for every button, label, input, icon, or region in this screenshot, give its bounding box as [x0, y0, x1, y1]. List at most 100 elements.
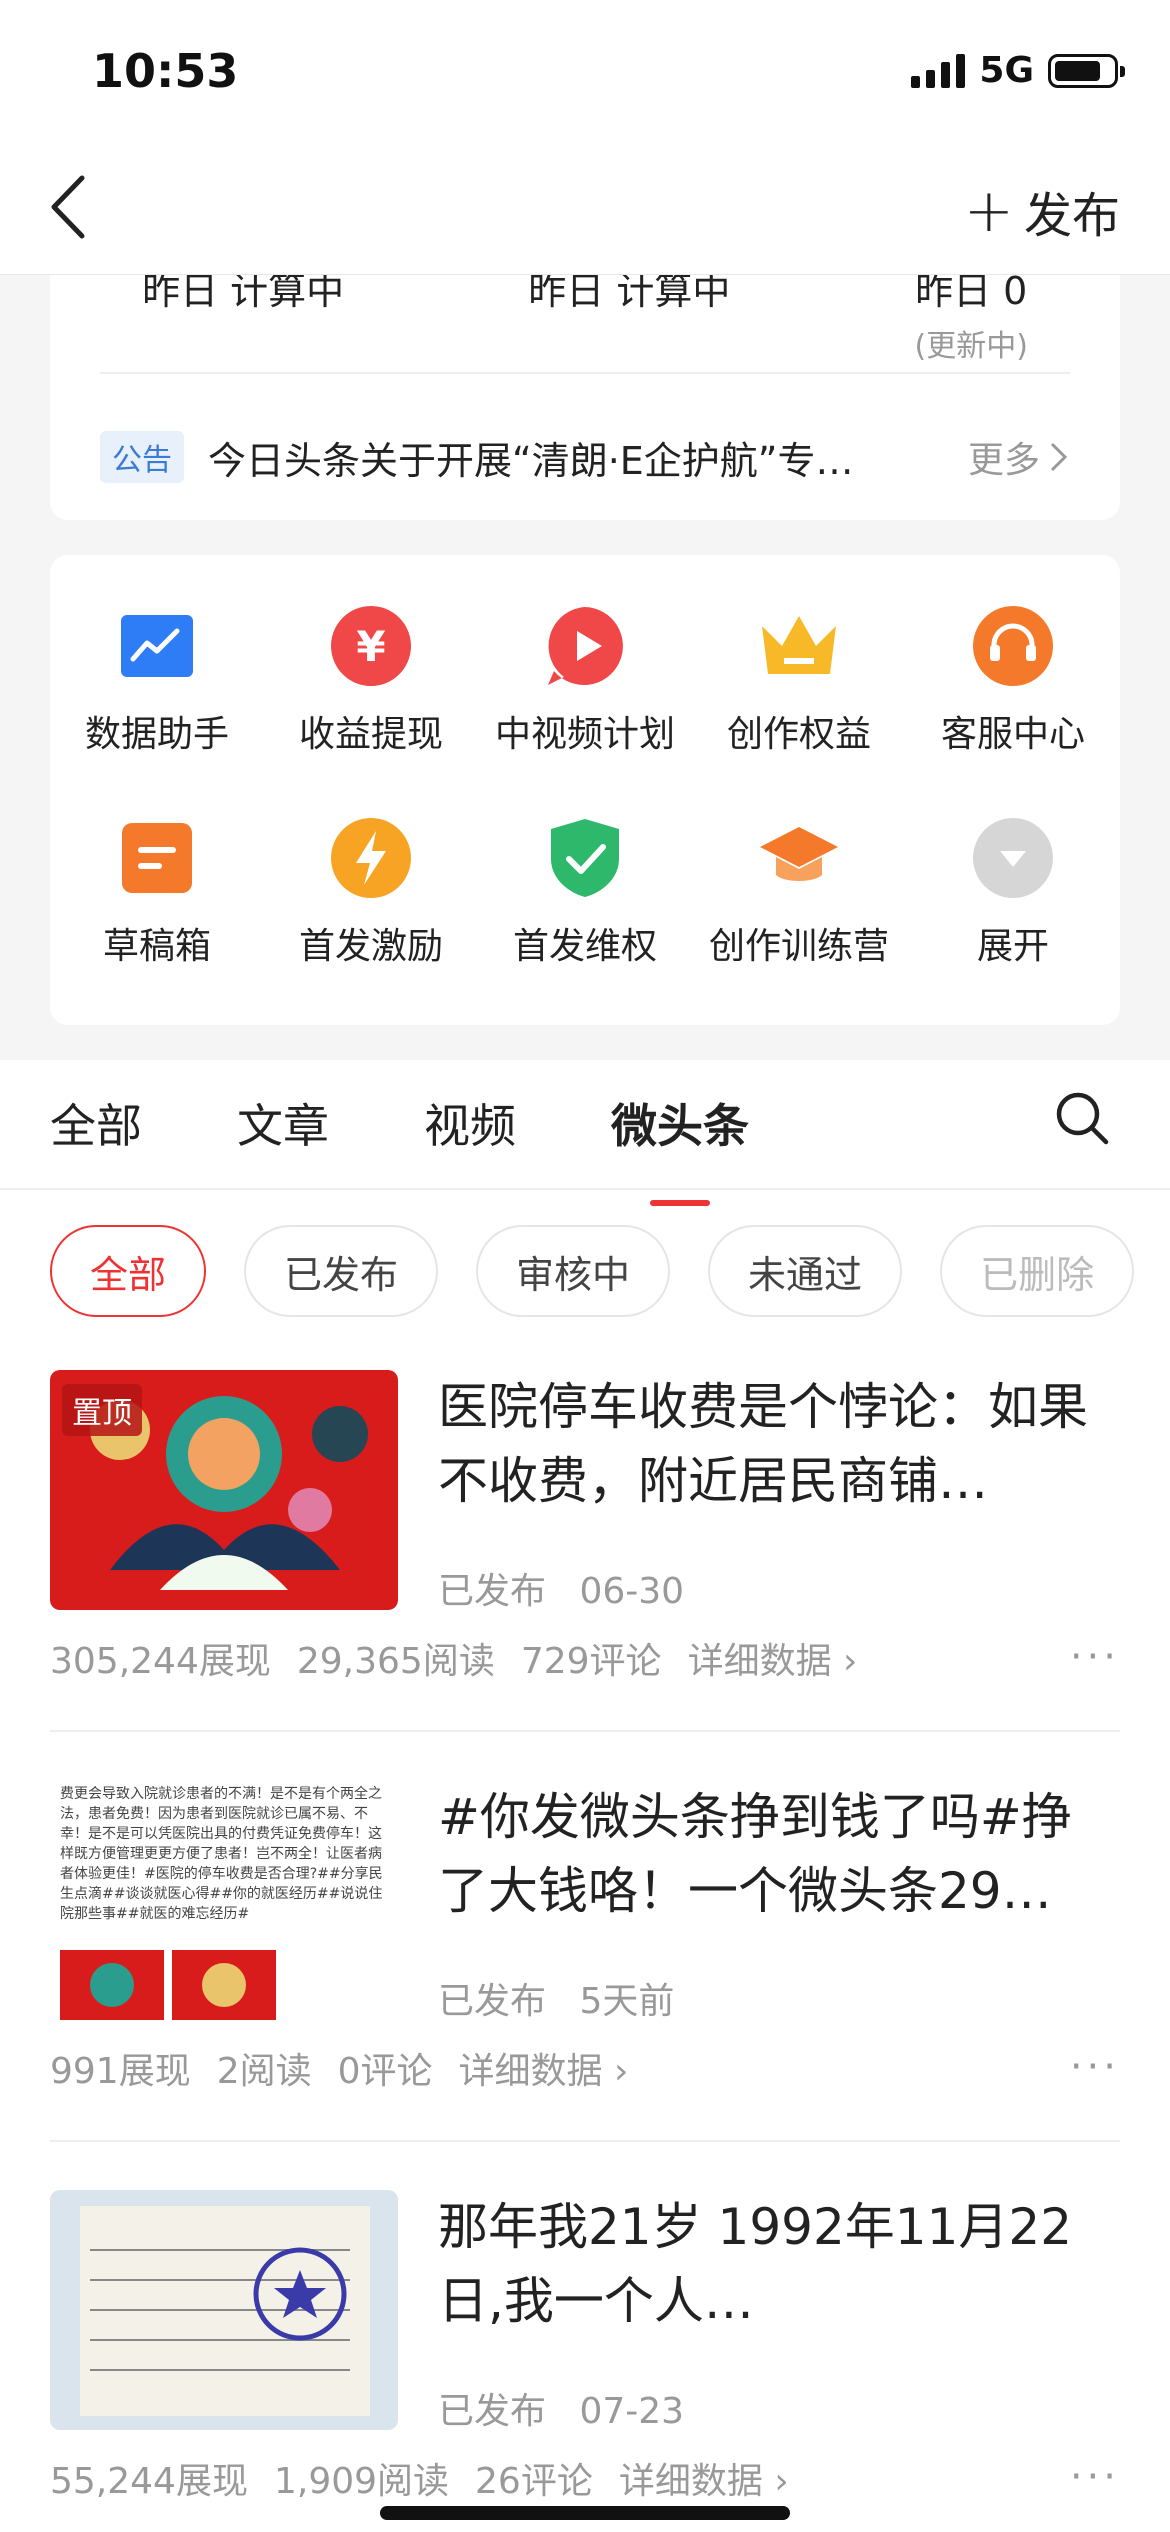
notice-bar[interactable]: 公告 今日头条关于开展“清朗·E企护航”专… 更多 [100, 422, 1070, 492]
post-impressions: 55,244展现 [50, 2461, 248, 2502]
pinned-badge: 置顶 [62, 1384, 142, 1436]
detail-data-link[interactable]: 详细数据 › [619, 2452, 789, 2504]
post-date: 06-30 [579, 1571, 685, 1612]
shield-icon [544, 817, 626, 899]
post-title[interactable]: 医院停车收费是个悖论：如果不收费，附近居民商铺… [438, 1370, 1120, 1518]
stat-item: 昨日 计算中 [528, 260, 730, 365]
tool-label: 创作训练营 [708, 926, 889, 967]
tool-label: 数据助手 [84, 714, 229, 755]
list-item[interactable]: 费更会导致入院就诊患者的不满！是不是有个两全之法，患者免费！因为患者到医院就诊已… [50, 1780, 1120, 2160]
post-impressions: 305,244展现 [50, 1641, 271, 1682]
filter-reviewing[interactable]: 审核中 [476, 1225, 671, 1317]
tab-micro-posts[interactable]: 微头条 [611, 1090, 749, 1156]
back-icon[interactable] [44, 172, 94, 242]
tool-video-plan[interactable]: 中视频计划 [478, 605, 692, 757]
post-thumbnail [50, 2190, 398, 2430]
tool-label: 草稿箱 [102, 926, 211, 967]
divider [100, 372, 1070, 374]
detail-data-link[interactable]: 详细数据 › [688, 1632, 858, 1684]
divider [50, 1730, 1120, 1732]
post-meta: 已发布 06-30 [438, 1562, 684, 1614]
stat-sub: (更新中) [914, 329, 1028, 364]
divider [0, 1188, 1170, 1190]
post-date: 07-23 [579, 2391, 685, 2432]
publish-label: 发布 [1023, 188, 1120, 244]
play-icon [544, 605, 626, 687]
tool-first-publish-reward[interactable]: 首发激励 [264, 817, 478, 969]
graduation-cap-icon [758, 817, 840, 899]
svg-text:¥: ¥ [356, 622, 385, 671]
tool-label: 创作权益 [726, 714, 871, 755]
post-stats: 991展现 2阅读 0评论 详细数据 › [50, 2042, 628, 2094]
post-reads: 1,909阅读 [273, 2461, 450, 2502]
post-title[interactable]: #你发微头条挣到钱了吗#挣了大钱咯！一个微头条29… [438, 1780, 1120, 1928]
post-title[interactable]: 那年我21岁 1992年11月22日,我一个人… [438, 2190, 1120, 2338]
detail-label: 详细数据 [618, 2461, 763, 2502]
tab-all[interactable]: 全部 [50, 1090, 142, 1156]
post-stats: 55,244展现 1,909阅读 26评论 详细数据 › [50, 2452, 789, 2504]
tool-label: 首发维权 [512, 926, 657, 967]
filter-chips: 全部 已发布 审核中 未通过 已删除 [50, 1225, 1135, 1317]
post-comments: 0评论 [337, 2051, 433, 2092]
detail-label: 详细数据 [687, 1641, 832, 1682]
tools-grid: 数据助手 ¥ 收益提现 中视频计划 创作权益 客服中心 草稿箱 首发激励 首发维… [50, 605, 1120, 969]
tools-card: 数据助手 ¥ 收益提现 中视频计划 创作权益 客服中心 草稿箱 首发激励 首发维… [50, 555, 1120, 1025]
thumbnail-text: 费更会导致入院就诊患者的不满！是不是有个两全之法，患者免费！因为患者到医院就诊已… [60, 1786, 383, 1922]
more-options-icon[interactable]: ··· [1070, 1634, 1120, 1680]
more-options-icon[interactable]: ··· [1070, 2044, 1120, 2090]
stat-item: 昨日 0 (更新中) [915, 260, 1028, 365]
post-comments: 729评论 [520, 1641, 662, 1682]
post-impressions: 991展现 [50, 2051, 191, 2092]
detail-label: 详细数据 [458, 2051, 603, 2092]
notice-more-link[interactable]: 更多 [968, 431, 1070, 483]
post-status: 已发布 [438, 2391, 547, 2432]
tab-videos[interactable]: 视频 [424, 1090, 516, 1156]
chevron-right-icon: › [843, 1641, 858, 1682]
chevron-right-icon: › [774, 2461, 789, 2502]
bolt-icon [330, 817, 412, 899]
tool-label: 客服中心 [940, 714, 1085, 755]
divider [50, 2140, 1120, 2142]
post-status: 已发布 [438, 1981, 547, 2022]
tool-label: 收益提现 [298, 714, 443, 755]
network-label: 5G [979, 50, 1034, 91]
post-meta: 已发布 07-23 [438, 2382, 684, 2434]
post-status: 已发布 [438, 1571, 547, 1612]
notice-tag: 公告 [100, 431, 184, 483]
tool-label: 展开 [976, 926, 1049, 967]
more-options-icon[interactable]: ··· [1070, 2454, 1120, 2500]
detail-data-link[interactable]: 详细数据 › [459, 2042, 629, 2094]
filter-rejected[interactable]: 未通过 [708, 1225, 903, 1317]
filter-deleted[interactable]: 已删除 [940, 1225, 1135, 1317]
tool-customer-service[interactable]: 客服中心 [906, 605, 1120, 757]
tool-benefits[interactable]: 创作权益 [692, 605, 906, 757]
tool-rights-protection[interactable]: 首发维权 [478, 817, 692, 969]
headset-icon [972, 605, 1054, 687]
tab-articles[interactable]: 文章 [237, 1090, 329, 1156]
yen-icon: ¥ [330, 605, 412, 687]
status-time: 10:53 [92, 44, 239, 98]
content-tabs: 全部 文章 视频 微头条 [50, 1090, 844, 1156]
post-reads: 29,365阅读 [296, 1641, 495, 1682]
tool-label: 首发激励 [298, 926, 443, 967]
plus-icon: + [963, 176, 1014, 246]
tool-data-assistant[interactable]: 数据助手 [50, 605, 264, 757]
notice-text[interactable]: 今日头条关于开展“清朗·E企护航”专… [208, 430, 938, 485]
post-date: 5天前 [579, 1981, 675, 2022]
tool-drafts[interactable]: 草稿箱 [50, 817, 264, 969]
tool-training-camp[interactable]: 创作训练营 [692, 817, 906, 969]
content-list: 全部 文章 视频 微头条 全部 已发布 审核中 未通过 已删除 置顶 医院停车收… [0, 1060, 1170, 2532]
publish-button[interactable]: + 发布 [964, 176, 1120, 246]
list-item[interactable]: 那年我21岁 1992年11月22日,我一个人… 已发布 07-23 55,24… [50, 2190, 1120, 2532]
post-reads: 2阅读 [216, 2051, 312, 2092]
home-indicator [380, 2506, 790, 2520]
search-icon[interactable] [1054, 1090, 1110, 1146]
tool-expand[interactable]: 展开 [906, 817, 1120, 969]
post-comments: 26评论 [475, 2461, 593, 2502]
list-item[interactable]: 置顶 医院停车收费是个悖论：如果不收费，附近居民商铺… 已发布 06-30 30… [50, 1370, 1120, 1750]
filter-published[interactable]: 已发布 [244, 1225, 439, 1317]
tool-withdraw[interactable]: ¥ 收益提现 [264, 605, 478, 757]
chart-icon [116, 605, 198, 687]
filter-all[interactable]: 全部 [50, 1225, 207, 1317]
chevron-right-icon [1050, 442, 1068, 472]
